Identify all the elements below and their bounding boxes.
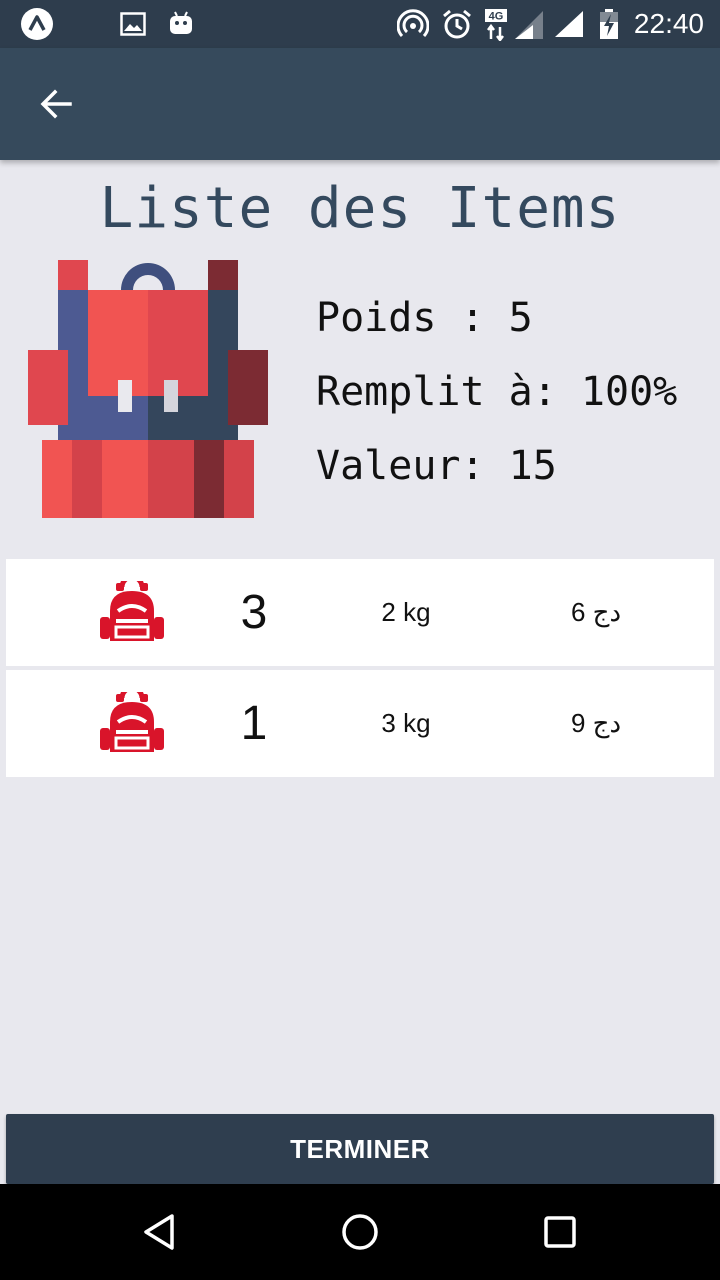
item-value: 9 دج (570, 708, 622, 738)
arrow-left-icon (40, 89, 72, 119)
list-item[interactable]: 3 2 kg 6 دج (6, 559, 714, 666)
recents-square-icon (544, 1216, 576, 1248)
android-icon (166, 0, 196, 48)
battery-charging-icon (596, 0, 622, 48)
bag-summary: Poids : 5 Remplit à: 100% Valeur: 15 (316, 288, 716, 510)
item-weight: 3 kg (381, 708, 431, 738)
backpack-icon (100, 581, 164, 641)
back-button[interactable] (22, 70, 90, 138)
back-triangle-icon (144, 1214, 174, 1250)
total-weight: Poids : 5 (316, 295, 533, 341)
item-quantity: 1 (240, 697, 268, 750)
hotspot-icon (396, 0, 430, 48)
page-title: Liste des Items (99, 176, 621, 241)
nav-back-button[interactable] (120, 1198, 200, 1266)
home-circle-icon (342, 1214, 378, 1250)
item-weight: 2 kg (381, 597, 431, 627)
nav-home-button[interactable] (320, 1198, 400, 1266)
nav-recents-button[interactable] (520, 1198, 600, 1266)
signal-icon (552, 0, 586, 48)
svg-text:4G: 4G (489, 11, 504, 23)
backpack-icon (28, 260, 268, 518)
clock: 22:40 (633, 8, 704, 39)
items-list: 3 2 kg 6 دج 1 3 kg 9 دج (6, 559, 714, 781)
total-value: Valeur: 15 (316, 443, 557, 489)
finish-button[interactable]: TERMINER (6, 1114, 714, 1184)
app-logo-icon (18, 0, 56, 48)
signal-icon: 4G (482, 0, 546, 48)
item-quantity: 3 (240, 586, 268, 639)
backpack-icon (100, 692, 164, 752)
status-bar: 4G 22:40 (0, 0, 720, 48)
app-bar (0, 48, 720, 160)
image-icon (118, 0, 148, 48)
fill-percentage: Remplit à: 100% (316, 369, 678, 415)
list-item[interactable]: 1 3 kg 9 دج (6, 670, 714, 777)
navigation-bar (0, 1184, 720, 1280)
item-value: 6 دج (570, 597, 622, 627)
alarm-icon (440, 0, 474, 48)
